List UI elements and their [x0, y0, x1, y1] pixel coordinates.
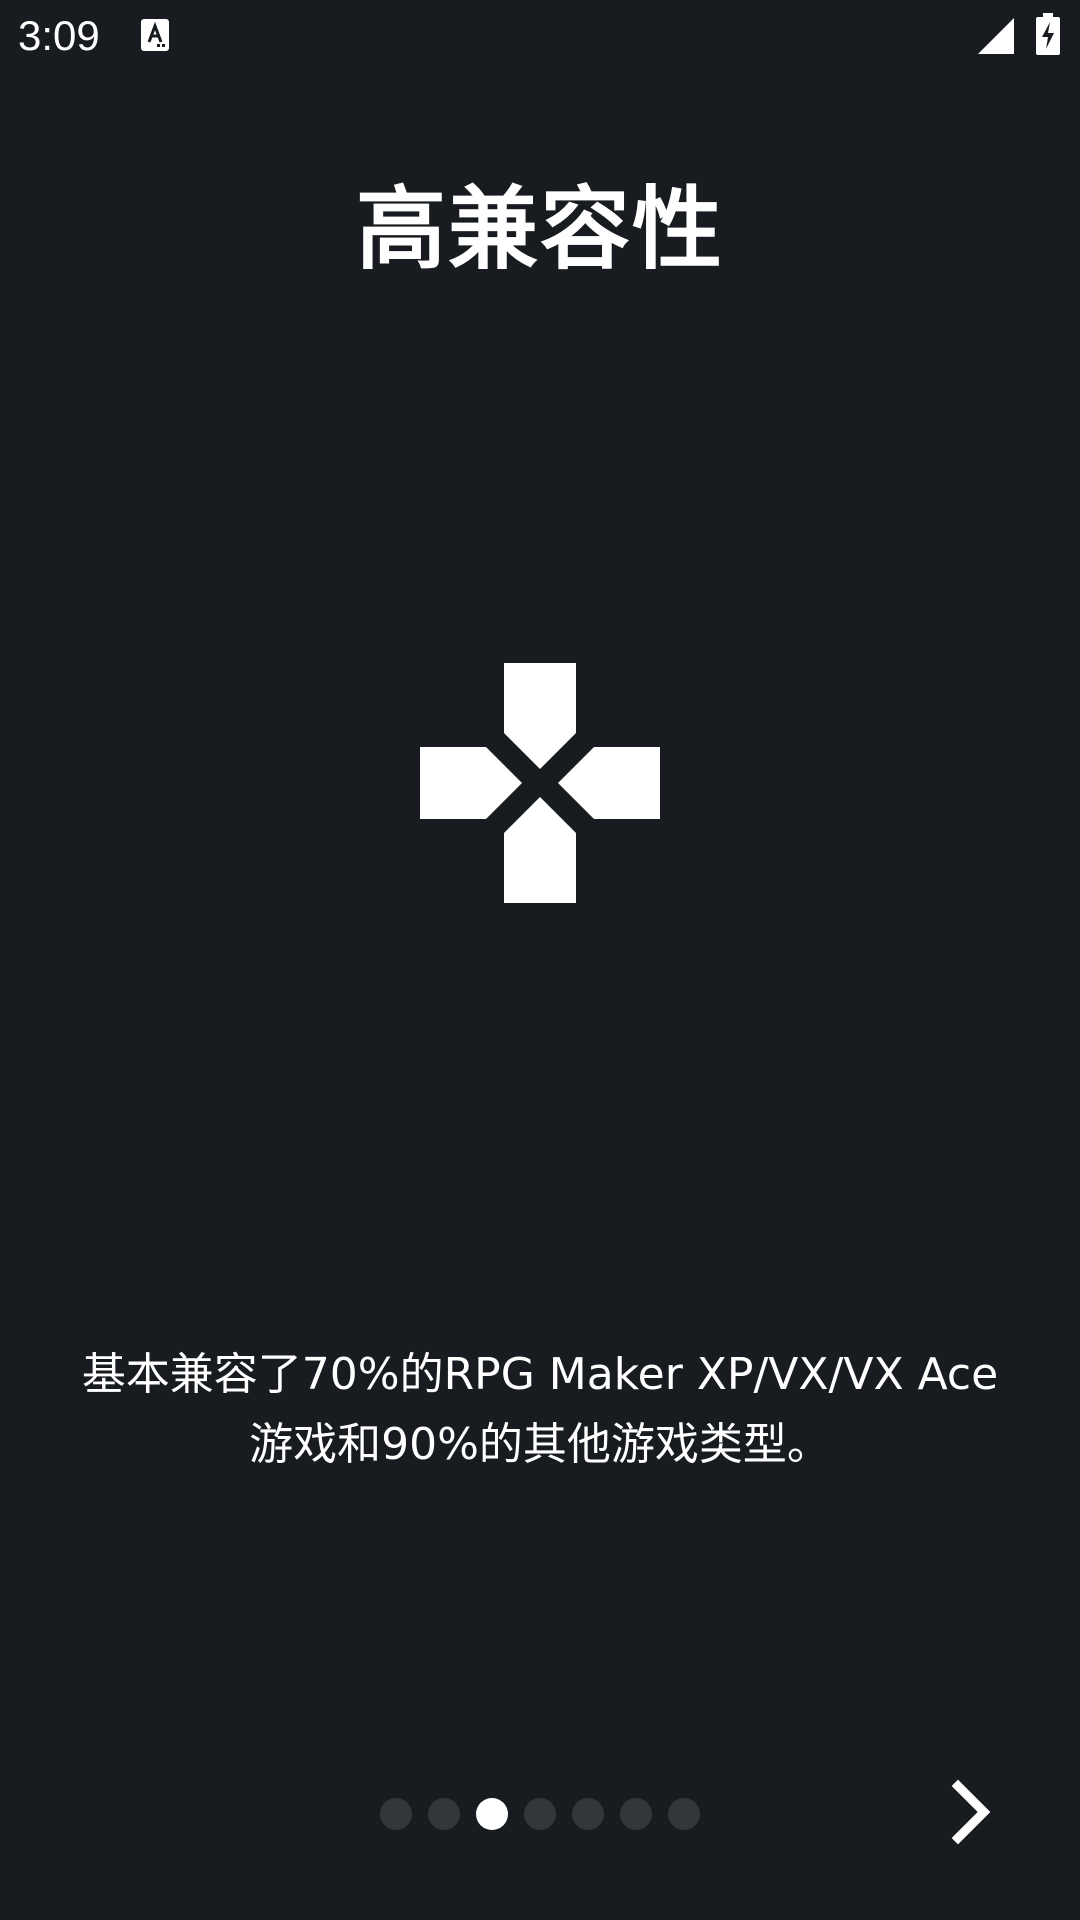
page-dot [572, 1798, 604, 1830]
description-line-2: 游戏和90%的其他游戏类型。 [249, 1419, 831, 1470]
status-time: 3:09 [18, 12, 100, 59]
page-title: 高兼容性 [356, 177, 724, 282]
page-indicator [380, 1798, 700, 1830]
page-dot [380, 1798, 412, 1830]
page-dot [620, 1798, 652, 1830]
chevron-right-icon [951, 1779, 991, 1845]
description-line-1: 基本兼容了70%的RPG Maker XP/VX/VX Ace [81, 1349, 999, 1400]
page-dot [524, 1798, 556, 1830]
battery-charging-icon [1036, 13, 1060, 55]
next-button[interactable] [940, 1776, 1004, 1848]
onboarding-screen: 3:09 高兼容性 基本兼容了70%的RPG Maker XP/VX/VX Ac… [0, 0, 1080, 1920]
dpad-icon [420, 663, 660, 903]
text-input-a-icon [141, 19, 169, 51]
feature-description: 基本兼容了70%的RPG Maker XP/VX/VX Ace 游戏和90%的其… [40, 1340, 1040, 1480]
page-dot [428, 1798, 460, 1830]
status-bar: 3:09 [0, 0, 1080, 72]
page-dot [668, 1798, 700, 1830]
cell-signal-icon [978, 18, 1014, 54]
page-dot-active [476, 1798, 508, 1830]
